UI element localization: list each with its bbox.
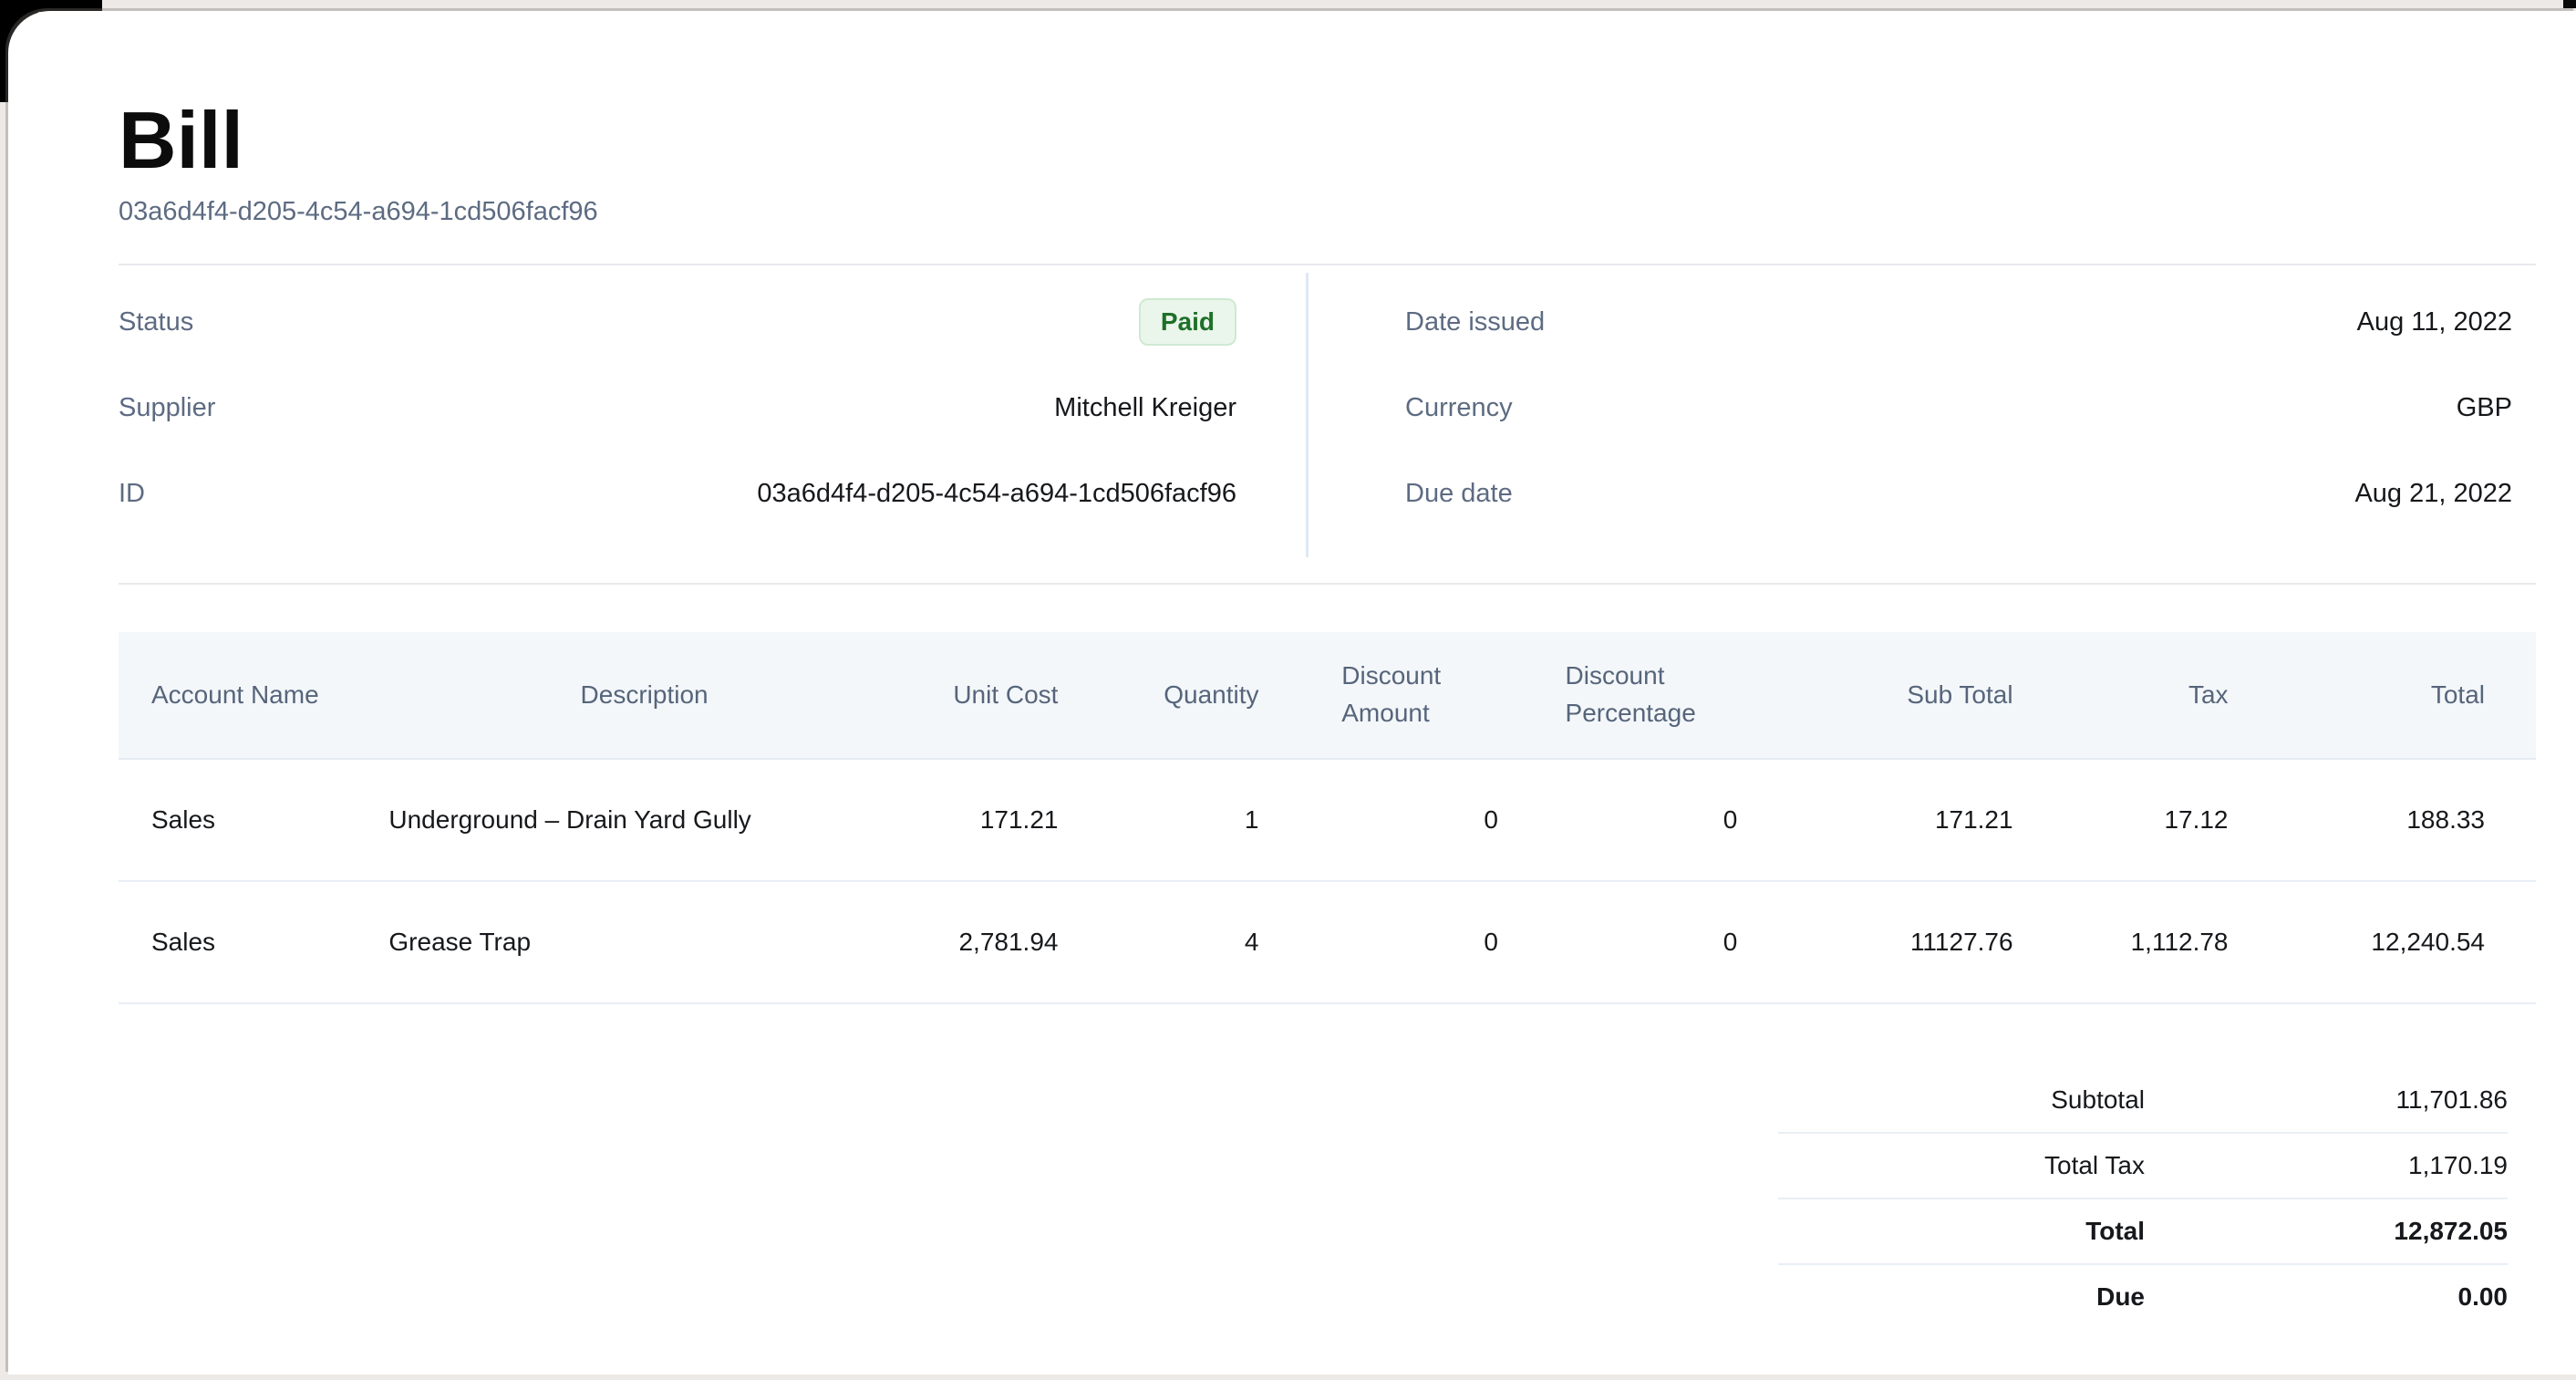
- due-date-value: Aug 21, 2022: [2354, 479, 2512, 509]
- status-label: Status: [119, 307, 193, 337]
- cell-sub-total: 11127.76: [1750, 881, 2025, 1003]
- bill-detail-page: Bill 03a6d4f4-d205-4c54-a694-1cd506facf9…: [8, 11, 2576, 1375]
- column-header-unit-cost: Unit Cost: [924, 632, 1071, 759]
- cell-unit-cost: 2,781.94: [924, 881, 1071, 1003]
- cell-description: Grease Trap: [365, 881, 923, 1003]
- cell-discount-percentage: 0: [1511, 881, 1750, 1003]
- due-label: Due: [1778, 1282, 2145, 1312]
- cell-discount-percentage: 0: [1511, 759, 1750, 881]
- column-header-tax: Tax: [2026, 632, 2241, 759]
- bill-info-right-column: Date issued Aug 11, 2022 Currency GBP Du…: [1306, 273, 2536, 557]
- date-issued-label: Date issued: [1405, 307, 1545, 337]
- column-header-discount-percentage-text: Discount Percentage: [1566, 658, 1696, 732]
- due-value: 0.00: [2145, 1282, 2508, 1312]
- line-item-row: Sales Underground – Drain Yard Gully 171…: [119, 759, 2536, 881]
- info-row-status: Status Paid: [119, 296, 1236, 348]
- cell-description: Underground – Drain Yard Gully: [365, 759, 923, 881]
- cell-quantity: 4: [1071, 881, 1271, 1003]
- column-header-quantity: Quantity: [1071, 632, 1271, 759]
- total-tax-value: 1,170.19: [2145, 1151, 2508, 1180]
- info-row-date-issued: Date issued Aug 11, 2022: [1405, 296, 2512, 348]
- column-header-description: Description: [365, 632, 923, 759]
- bill-info-section: Status Paid Supplier Mitchell Kreiger ID…: [119, 273, 2536, 557]
- cell-total: 12,240.54: [2241, 881, 2536, 1003]
- cell-sub-total: 171.21: [1750, 759, 2025, 881]
- status-badge: Paid: [1139, 298, 1236, 346]
- cell-unit-cost: 171.21: [924, 759, 1071, 881]
- id-value: 03a6d4f4-d205-4c54-a694-1cd506facf96: [757, 479, 1236, 509]
- supplier-label: Supplier: [119, 393, 215, 423]
- currency-value: GBP: [2457, 393, 2512, 423]
- column-header-total: Total: [2241, 632, 2536, 759]
- currency-label: Currency: [1405, 393, 1513, 423]
- cell-account-name: Sales: [119, 759, 365, 881]
- info-row-currency: Currency GBP: [1405, 382, 2512, 433]
- summary-row-total-tax: Total Tax 1,170.19: [1778, 1134, 2508, 1199]
- header-divider: [119, 264, 2536, 265]
- cell-quantity: 1: [1071, 759, 1271, 881]
- info-row-supplier: Supplier Mitchell Kreiger: [119, 382, 1236, 433]
- cell-total: 188.33: [2241, 759, 2536, 881]
- cell-discount-amount: 0: [1272, 881, 1511, 1003]
- column-header-discount-amount: Discount Amount: [1272, 632, 1511, 759]
- cell-tax: 1,112.78: [2026, 881, 2241, 1003]
- summary-row-total: Total 12,872.05: [1778, 1199, 2508, 1265]
- supplier-value: Mitchell Kreiger: [1054, 393, 1236, 423]
- total-label: Total: [1778, 1217, 2145, 1246]
- total-value: 12,872.05: [2145, 1217, 2508, 1246]
- page-title: Bill: [119, 100, 2536, 181]
- window-corner-sliver: [2563, 0, 2576, 8]
- bill-info-left-column: Status Paid Supplier Mitchell Kreiger ID…: [119, 273, 1306, 557]
- summary-row-subtotal: Subtotal 11,701.86: [1778, 1068, 2508, 1134]
- info-row-due-date: Due date Aug 21, 2022: [1405, 468, 2512, 519]
- subtotal-value: 11,701.86: [2145, 1085, 2508, 1115]
- total-tax-label: Total Tax: [1778, 1151, 2145, 1180]
- cell-tax: 17.12: [2026, 759, 2241, 881]
- date-issued-value: Aug 11, 2022: [2357, 307, 2512, 337]
- column-header-sub-total: Sub Total: [1750, 632, 2025, 759]
- table-header-row: Account Name Description Unit Cost Quant…: [119, 632, 2536, 759]
- line-items-table: Account Name Description Unit Cost Quant…: [119, 632, 2536, 1004]
- cell-account-name: Sales: [119, 881, 365, 1003]
- column-header-discount-percentage: Discount Percentage: [1511, 632, 1750, 759]
- bill-id-subtitle: 03a6d4f4-d205-4c54-a694-1cd506facf96: [119, 197, 2536, 227]
- subtotal-label: Subtotal: [1778, 1085, 2145, 1115]
- id-label: ID: [119, 479, 145, 509]
- summary-row-due: Due 0.00: [1778, 1265, 2508, 1329]
- column-header-account-name: Account Name: [119, 632, 365, 759]
- info-table-divider: [119, 583, 2536, 585]
- column-header-discount-amount-text: Discount Amount: [1341, 658, 1441, 732]
- totals-summary: Subtotal 11,701.86 Total Tax 1,170.19 To…: [1778, 1068, 2508, 1329]
- cell-discount-amount: 0: [1272, 759, 1511, 881]
- due-date-label: Due date: [1405, 479, 1513, 509]
- line-item-row: Sales Grease Trap 2,781.94 4 0 0 11127.7…: [119, 881, 2536, 1003]
- info-row-id: ID 03a6d4f4-d205-4c54-a694-1cd506facf96: [119, 468, 1236, 519]
